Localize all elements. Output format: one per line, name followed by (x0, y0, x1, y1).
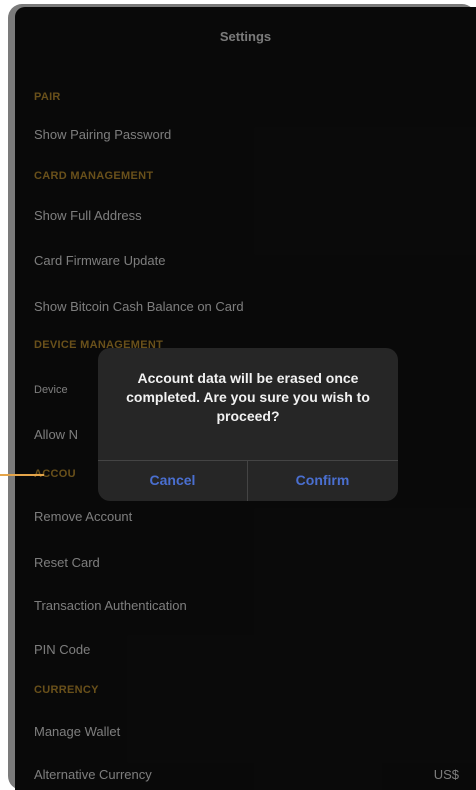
dialog-message: Account data will be erased once complet… (126, 370, 370, 424)
cancel-button[interactable]: Cancel (98, 460, 247, 501)
annotation-pointer-line (0, 474, 44, 476)
settings-screen: Settings PAIR Show Pairing Password CARD… (15, 7, 476, 790)
confirm-dialog: Account data will be erased once complet… (98, 348, 398, 501)
confirm-button[interactable]: Confirm (248, 460, 397, 501)
